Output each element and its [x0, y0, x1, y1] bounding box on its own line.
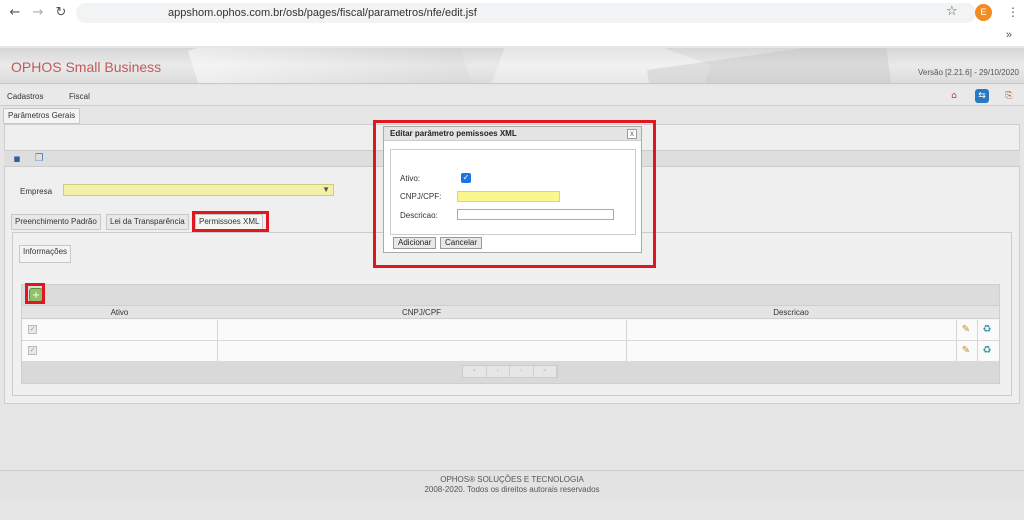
- empresa-label: Empresa: [20, 187, 53, 196]
- highlight-add-button: [25, 283, 45, 304]
- save-icon[interactable]: ▪: [10, 152, 24, 166]
- tab-lei-transparencia[interactable]: Lei da Transparência: [106, 214, 189, 230]
- cell-divider: [977, 341, 978, 361]
- delete-icon[interactable]: ♻: [980, 344, 994, 358]
- column-header-ativo[interactable]: Ativo: [22, 308, 217, 317]
- edit-icon[interactable]: ✎: [959, 344, 973, 358]
- forward-icon[interactable]: →: [27, 5, 49, 20]
- bookmark-star-icon[interactable]: ☆: [946, 4, 958, 19]
- column-header-descricao[interactable]: Descricao: [626, 308, 956, 317]
- delete-icon[interactable]: ♻: [980, 323, 994, 337]
- grid-header: Ativo CNPJ/CPF Descricao: [22, 305, 999, 319]
- menu-cadastros[interactable]: Cadastros: [7, 92, 43, 101]
- cell-divider: [217, 341, 218, 361]
- back-icon[interactable]: ←: [4, 5, 26, 20]
- cell-divider: [217, 320, 218, 340]
- cell-divider: [956, 320, 957, 340]
- menu-fiscal[interactable]: Fiscal: [69, 92, 90, 101]
- ativo-checkbox: ✓: [28, 346, 37, 355]
- tab-parametros-gerais[interactable]: Parâmetros Gerais: [3, 108, 81, 124]
- cell-divider: [977, 320, 978, 340]
- tab-informacoes[interactable]: Informações: [19, 245, 72, 263]
- next-page-button[interactable]: ›: [510, 366, 534, 377]
- prev-page-button[interactable]: ‹: [487, 366, 510, 377]
- pager: « ‹ › »: [22, 361, 999, 383]
- header-decoration: [646, 48, 894, 83]
- first-page-button[interactable]: «: [463, 366, 487, 377]
- browser-toolbar: ← → ↻ appshom.ophos.com.br/osb/pages/fis…: [0, 0, 1024, 26]
- footer-company: OPHOS® SOLUÇÕES E TECNOLOGIA: [440, 475, 584, 484]
- cell-divider: [626, 320, 627, 340]
- edit-icon[interactable]: ✎: [959, 323, 973, 337]
- bookmarks-bar: »: [0, 26, 1024, 46]
- brand-logo: OPHOS Small Business: [11, 59, 162, 75]
- pager-controls: « ‹ › »: [462, 365, 558, 378]
- home-icon[interactable]: ⌂: [947, 89, 961, 103]
- empresa-select[interactable]: ▼: [63, 184, 334, 196]
- cell-divider: [626, 341, 627, 361]
- logout-icon[interactable]: ⎘: [1002, 89, 1016, 103]
- cell-divider: [956, 341, 957, 361]
- copy-icon[interactable]: ❐: [32, 152, 46, 166]
- table-row: ✓ ✎ ♻: [22, 320, 999, 341]
- address-bar[interactable]: appshom.ophos.com.br/osb/pages/fiscal/pa…: [76, 3, 976, 23]
- grid-toolbar: +: [22, 285, 999, 305]
- tab-preenchimento-padrao[interactable]: Preenchimento Padrão: [11, 214, 101, 230]
- table-row: ✓ ✎ ♻: [22, 341, 999, 362]
- highlight-dialog: [373, 120, 656, 268]
- browser-menu-icon[interactable]: ⋮: [1007, 5, 1019, 19]
- bookmarks-more-icon[interactable]: »: [1006, 29, 1012, 41]
- app-header: OPHOS Small Business Versão [2.21.6] - 2…: [0, 48, 1024, 84]
- main-menu: Cadastros Fiscal ⌂ ⇆ ⎘: [0, 86, 1024, 106]
- last-page-button[interactable]: »: [534, 366, 557, 377]
- footer: OPHOS® SOLUÇÕES E TECNOLOGIA 2008-2020. …: [0, 470, 1024, 500]
- version-label: Versão [2.21.6] - 29/10/2020: [918, 68, 1019, 77]
- header-decoration: [187, 48, 473, 83]
- highlight-permissoes-tab: [192, 211, 269, 232]
- chevron-down-icon: ▼: [322, 185, 330, 194]
- reload-icon[interactable]: ↻: [50, 5, 72, 20]
- profile-avatar[interactable]: E: [975, 4, 992, 21]
- refresh-icon[interactable]: ⇆: [975, 89, 989, 103]
- footer-copyright: 2008-2020. Todos os direitos autorais re…: [424, 485, 600, 494]
- permissoes-grid: + Ativo CNPJ/CPF Descricao ✓ ✎ ♻ ✓ ✎ ♻ «…: [21, 284, 1000, 384]
- column-header-cnpj[interactable]: CNPJ/CPF: [217, 308, 626, 317]
- ativo-checkbox: ✓: [28, 325, 37, 334]
